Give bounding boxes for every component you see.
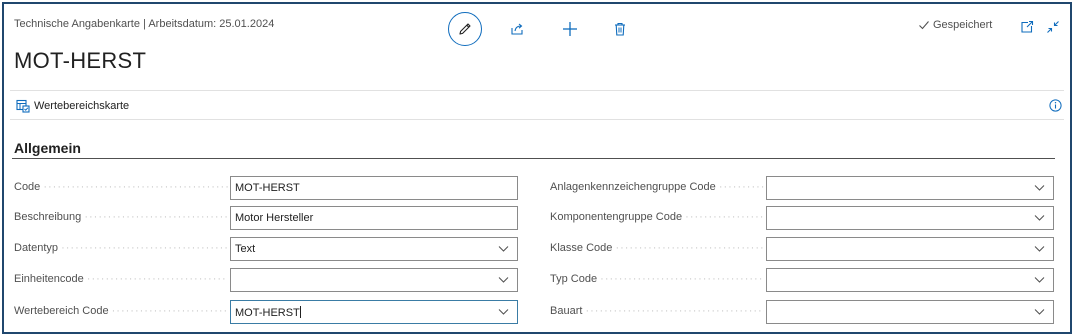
wertebereich-code-select[interactable]: MOT-HERST [230, 300, 518, 324]
field-datentyp: Datentyp ·······························… [14, 237, 518, 261]
beschreibung-input[interactable]: Motor Hersteller [230, 206, 518, 230]
field-einheitencode: Einheitencode ··························… [14, 268, 518, 292]
anlagenkennzeichengruppe-code-select[interactable] [766, 176, 1054, 200]
field-typ-code: Typ Code ·······························… [550, 268, 1054, 292]
field-beschreibung: Beschreibung ···························… [14, 206, 518, 230]
chevron-down-icon [498, 277, 509, 283]
chevron-down-icon [1034, 277, 1045, 283]
field-wertebereich-code: Wertebereich Code ······················… [14, 300, 518, 324]
field-label: Anlagenkennzeichengruppe Code ··········… [550, 181, 764, 193]
field-label: Code ···································… [14, 181, 228, 193]
card-view-icon [16, 99, 30, 113]
chevron-down-icon [498, 246, 509, 252]
chevron-down-icon [498, 309, 509, 315]
new-button[interactable] [559, 18, 581, 40]
delete-button[interactable] [609, 18, 631, 40]
field-label: Beschreibung ···························… [14, 211, 228, 223]
field-label: Klasse Code ····························… [550, 242, 764, 254]
komponentengruppe-code-select[interactable] [766, 206, 1054, 230]
wertebereichskarte-action[interactable]: Wertebereichskarte [16, 99, 129, 113]
info-button[interactable] [1049, 99, 1062, 115]
text-cursor [299, 306, 301, 318]
section-title-allgemein[interactable]: Allgemein [14, 140, 81, 156]
chevron-down-icon [1034, 246, 1045, 252]
share-icon [511, 23, 523, 35]
klasse-code-select[interactable] [766, 237, 1054, 261]
bauart-select[interactable] [766, 300, 1054, 324]
datentyp-select[interactable]: Text [230, 237, 518, 261]
field-code: Code ···································… [14, 176, 518, 200]
collapse-button[interactable] [1044, 18, 1062, 36]
page-title: MOT-HERST [14, 48, 147, 73]
saved-label: Gespeichert [933, 19, 993, 31]
field-label: Bauart ·································… [550, 305, 764, 317]
action-bar: Wertebereichskarte [10, 90, 1064, 120]
open-new-window-button[interactable] [1018, 18, 1036, 36]
einheitencode-select[interactable] [230, 268, 518, 292]
saved-status: Gespeichert [918, 19, 992, 31]
section-divider [12, 158, 1055, 159]
chevron-down-icon [1034, 309, 1045, 315]
open-new-window-icon [1021, 20, 1034, 33]
checkmark-icon [919, 21, 929, 30]
chevron-down-icon [1034, 215, 1045, 221]
info-icon [1049, 99, 1062, 112]
breadcrumb: Technische Angabenkarte | Arbeitsdatum: … [14, 18, 275, 30]
share-button[interactable] [506, 18, 528, 40]
field-klasse-code: Klasse Code ····························… [550, 237, 1054, 261]
new-icon [563, 22, 577, 36]
field-label: Einheitencode ··························… [14, 273, 228, 285]
card-header: Technische Angabenkarte | Arbeitsdatum: … [4, 4, 1070, 88]
field-bauart: Bauart ·································… [550, 300, 1054, 324]
field-komponentengruppe-code: Komponentengruppe Code ·················… [550, 206, 1054, 230]
edit-icon [459, 23, 471, 35]
code-input[interactable]: MOT-HERST [230, 176, 518, 200]
chevron-down-icon [1034, 185, 1045, 191]
field-label: Typ Code ·······························… [550, 273, 764, 285]
field-label: Datentyp ·······························… [14, 242, 228, 254]
typ-code-select[interactable] [766, 268, 1054, 292]
field-label: Komponentengruppe Code ·················… [550, 211, 764, 223]
field-label: Wertebereich Code ······················… [14, 305, 228, 317]
card-window: Technische Angabenkarte | Arbeitsdatum: … [2, 2, 1072, 334]
field-anlagenkennzeichengruppe-code: Anlagenkennzeichengruppe Code ··········… [550, 176, 1054, 200]
wertebereichskarte-label: Wertebereichskarte [34, 100, 130, 112]
edit-button[interactable] [448, 12, 482, 46]
delete-icon [615, 22, 625, 36]
collapse-icon [1047, 21, 1059, 33]
